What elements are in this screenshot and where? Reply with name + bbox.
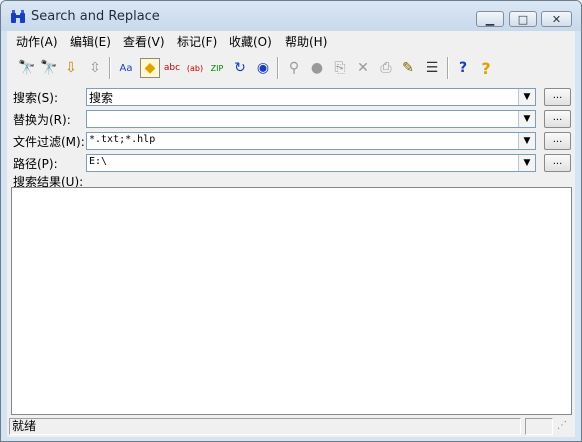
find-abc-icon[interactable]: abc: [162, 58, 182, 78]
menu-bar: 动作(A) 编辑(E) 查看(V) 标记(F) 收藏(O) 帮助(H): [7, 31, 575, 51]
toolbar-separator: [109, 57, 111, 79]
app-window: Search and Replace ▁ □ ✕ 动作(A) 编辑(E) 查看(…: [0, 0, 582, 442]
move-icon[interactable]: ⇳: [85, 58, 105, 78]
replace-browse-button[interactable]: ...: [544, 110, 571, 128]
replace-icon[interactable]: ⇩: [61, 58, 81, 78]
close-button[interactable]: ✕: [541, 11, 572, 27]
menu-action[interactable]: 动作(A): [16, 33, 58, 50]
chevron-down-icon[interactable]: ▼: [518, 155, 535, 171]
status-text: 就绪: [9, 418, 521, 435]
list-icon[interactable]: ☰: [422, 58, 442, 78]
minimize-button[interactable]: ▁: [476, 11, 504, 27]
binoculars-icon: [11, 10, 25, 23]
binoculars-gray-icon[interactable]: ⚲: [284, 58, 304, 78]
menu-view[interactable]: 查看(V): [123, 33, 165, 50]
maximize-icon: □: [517, 12, 529, 26]
close-icon: ✕: [551, 12, 562, 26]
maximize-button[interactable]: □: [509, 11, 537, 27]
replace-input[interactable]: ▼: [86, 110, 536, 128]
find-zip-icon[interactable]: ZIP: [207, 58, 227, 78]
find-help-icon[interactable]: ?: [453, 58, 473, 78]
minimize-icon: ▁: [485, 12, 495, 26]
filter-browse-button[interactable]: ...: [544, 132, 571, 150]
help-icon[interactable]: ?: [476, 58, 496, 78]
menu-mark[interactable]: 标记(F): [177, 33, 217, 50]
title-bar[interactable]: Search and Replace ▁ □ ✕: [1, 1, 581, 31]
filter-label: 文件过滤(M):: [13, 135, 85, 149]
status-pane: [525, 418, 553, 435]
find-refresh-icon[interactable]: ↻: [230, 58, 250, 78]
client-area: 🔭 🔭 ⇩ ⇳ Aa ◆ abc (ab) ZIP ↻ ◉ ⚲ ● ⎘ ✕ ⎙ …: [7, 51, 575, 437]
path-value: E:\: [89, 156, 108, 167]
menu-edit[interactable]: 编辑(E): [70, 33, 111, 50]
window-title: Search and Replace: [31, 9, 160, 24]
chevron-down-icon[interactable]: ▼: [518, 111, 535, 127]
menu-help[interactable]: 帮助(H): [285, 33, 327, 50]
find-next-icon[interactable]: 🔭: [39, 58, 59, 78]
menu-favorites[interactable]: 收藏(O): [229, 33, 272, 50]
status-bar: 就绪 ⋰: [7, 415, 575, 437]
find-web-icon[interactable]: ◉: [253, 58, 273, 78]
filter-value: *.txt;*.hlp: [89, 134, 156, 145]
replace-label: 替换为(R):: [13, 113, 71, 127]
find-case-icon[interactable]: Aa: [116, 58, 136, 78]
search-mode-icon[interactable]: ◆: [140, 58, 160, 78]
file-filter-input[interactable]: *.txt;*.hlp ▼: [86, 132, 536, 150]
toolbar-separator: [277, 57, 279, 79]
print-icon[interactable]: ⎙: [376, 58, 396, 78]
find-ab-icon[interactable]: (ab): [185, 58, 205, 78]
toolbar-separator: [447, 57, 449, 79]
search-value: 搜索: [89, 91, 114, 105]
results-list[interactable]: [11, 187, 572, 415]
notes-icon[interactable]: ✎: [398, 58, 418, 78]
chevron-down-icon[interactable]: ▼: [518, 133, 535, 149]
stop-icon[interactable]: ●: [307, 58, 327, 78]
search-input[interactable]: 搜索 ▼: [86, 88, 536, 106]
toolbar: 🔭 🔭 ⇩ ⇳ Aa ◆ abc (ab) ZIP ↻ ◉ ⚲ ● ⎘ ✕ ⎙ …: [7, 53, 575, 83]
search-browse-button[interactable]: ...: [544, 88, 571, 106]
path-input[interactable]: E:\ ▼: [86, 154, 536, 172]
path-browse-button[interactable]: ...: [544, 154, 571, 172]
find-icon[interactable]: 🔭: [17, 58, 37, 78]
delete-icon[interactable]: ✕: [353, 58, 373, 78]
search-label: 搜索(S):: [13, 91, 59, 105]
copy-icon[interactable]: ⎘: [330, 58, 350, 78]
chevron-down-icon[interactable]: ▼: [518, 89, 535, 105]
resize-grip-icon[interactable]: ⋰: [557, 420, 571, 434]
path-label: 路径(P):: [13, 157, 58, 171]
